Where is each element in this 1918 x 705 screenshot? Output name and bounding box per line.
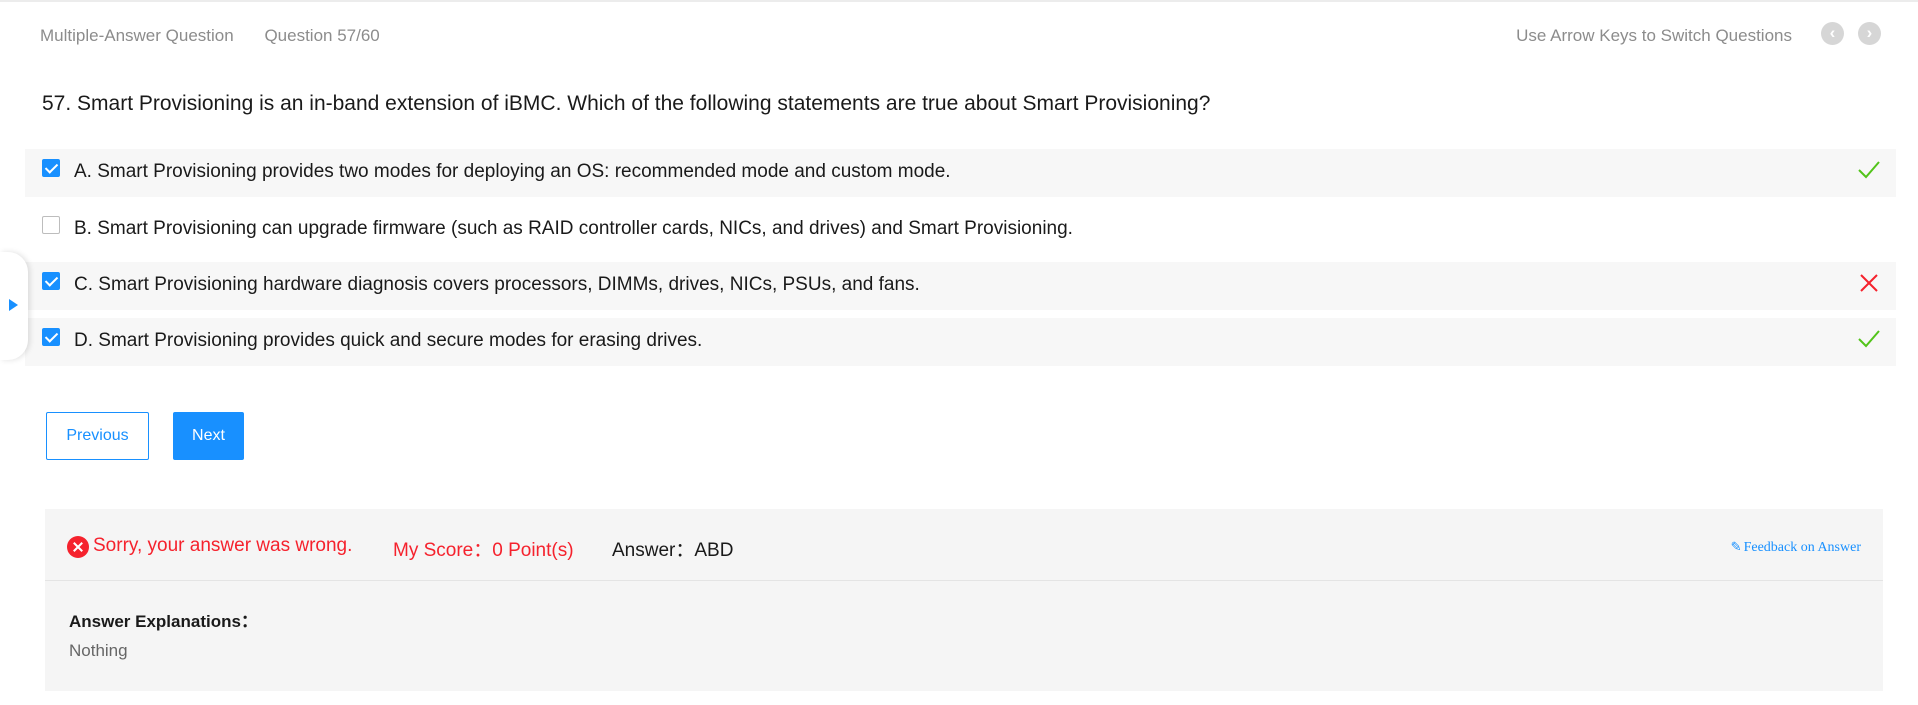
question-meta: Multiple-Answer Question Question 57/60 bbox=[40, 26, 406, 46]
question-type-label: Multiple-Answer Question bbox=[40, 26, 234, 45]
option-a[interactable]: A. Smart Provisioning provides two modes… bbox=[25, 149, 1896, 197]
option-c-label: C. Smart Provisioning hardware diagnosis… bbox=[74, 274, 920, 295]
option-b-label: B. Smart Provisioning can upgrade firmwa… bbox=[74, 218, 1073, 239]
previous-button[interactable]: Previous bbox=[46, 412, 149, 460]
keyboard-hint: Use Arrow Keys to Switch Questions bbox=[1516, 26, 1792, 45]
feedback-link[interactable]: ✎ Feedback on Answer bbox=[1731, 539, 1861, 556]
chevron-right-icon[interactable]: › bbox=[1858, 22, 1881, 45]
option-a-checkbox[interactable] bbox=[42, 159, 60, 177]
option-b[interactable]: B. Smart Provisioning can upgrade firmwa… bbox=[25, 206, 1896, 254]
correct-check-icon bbox=[1858, 161, 1880, 179]
option-c-checkbox[interactable] bbox=[42, 272, 60, 290]
result-summary: Sorry, your answer was wrong. My Score：0… bbox=[45, 509, 1883, 581]
result-panel: Sorry, your answer was wrong. My Score：0… bbox=[45, 509, 1883, 691]
wrong-cross-icon bbox=[1860, 274, 1878, 292]
option-d[interactable]: D. Smart Provisioning provides quick and… bbox=[25, 318, 1896, 366]
question-counter: Question 57/60 bbox=[264, 26, 380, 45]
feedback-label: Feedback on Answer bbox=[1743, 540, 1861, 555]
option-d-checkbox[interactable] bbox=[42, 328, 60, 346]
option-a-label: A. Smart Provisioning provides two modes… bbox=[74, 161, 951, 182]
option-c[interactable]: C. Smart Provisioning hardware diagnosis… bbox=[25, 262, 1896, 310]
my-score: My Score：0 Point(s) bbox=[393, 540, 574, 561]
next-button[interactable]: Next bbox=[173, 412, 244, 460]
correct-answer: Answer：ABD bbox=[612, 540, 734, 561]
caret-right-icon bbox=[9, 299, 18, 311]
side-panel-toggle[interactable] bbox=[0, 252, 28, 360]
correct-check-icon bbox=[1858, 330, 1880, 348]
error-circle-icon bbox=[67, 536, 89, 558]
result-status: Sorry, your answer was wrong. bbox=[93, 535, 353, 556]
question-title: 57. Smart Provisioning is an in-band ext… bbox=[42, 92, 1211, 115]
edit-icon: ✎ bbox=[1730, 539, 1742, 554]
top-divider bbox=[0, 0, 1918, 2]
explanation-title: Answer Explanations： bbox=[69, 612, 258, 631]
explanation-body: Nothing bbox=[69, 641, 128, 660]
chevron-left-icon[interactable]: ‹ bbox=[1821, 22, 1844, 45]
option-d-label: D. Smart Provisioning provides quick and… bbox=[74, 330, 703, 351]
option-b-checkbox[interactable] bbox=[42, 216, 60, 234]
